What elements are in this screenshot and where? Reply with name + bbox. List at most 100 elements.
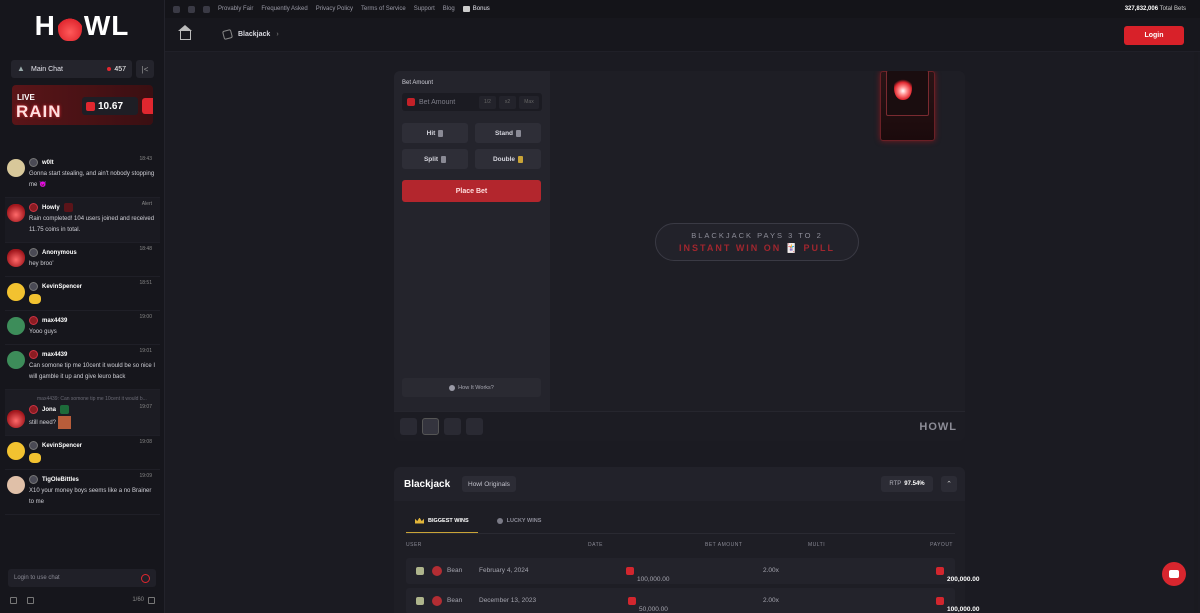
table-row[interactable]: Bean February 4, 2024 100,000.00 2.00x 2… xyxy=(406,558,980,584)
send-icon[interactable] xyxy=(148,596,155,604)
avatar[interactable] xyxy=(7,249,25,267)
tab-biggest-wins[interactable]: BIGGEST WINS xyxy=(406,509,478,533)
x-icon[interactable] xyxy=(173,5,180,13)
stand-button[interactable]: Stand xyxy=(475,123,541,143)
originals-badge[interactable]: Howl Originals xyxy=(462,476,516,492)
chat-username[interactable]: KevinSpencer xyxy=(42,443,82,449)
double-button[interactable]: Double xyxy=(475,149,541,169)
max-bet-button[interactable]: Max xyxy=(519,95,539,109)
stats-icon[interactable] xyxy=(400,418,417,435)
avatar[interactable] xyxy=(7,159,25,177)
chat-time: 19:07 xyxy=(139,404,152,410)
avatar[interactable] xyxy=(7,204,25,222)
link-faq[interactable]: Frequently Asked xyxy=(261,6,307,12)
avatar[interactable] xyxy=(7,476,25,495)
rain-banner[interactable]: LIVE RAIN 10.67 xyxy=(12,85,153,125)
home-icon[interactable] xyxy=(178,25,192,40)
split-button[interactable]: Split xyxy=(402,149,468,169)
howl-flame-icon xyxy=(894,74,912,100)
chat-char-count: 1/60 xyxy=(132,597,144,603)
collapse-chat-button[interactable]: |< xyxy=(136,60,154,78)
rain-join-button[interactable] xyxy=(142,98,153,114)
rank-icon xyxy=(416,597,424,605)
how-it-works-button[interactable]: How It Works? xyxy=(402,378,541,397)
game-title: Blackjack xyxy=(404,479,451,490)
chat-username[interactable]: TigOleBittles xyxy=(42,477,79,483)
blackjack-game: Bet Amount Bet Amount 1/2 x2 Max Hit Sta… xyxy=(394,71,965,441)
chat-time: 18:51 xyxy=(139,280,152,286)
logo-letter-h: H xyxy=(34,10,56,41)
page-scrollbar[interactable] xyxy=(1194,52,1198,613)
provably-fair-icon[interactable] xyxy=(466,418,483,435)
tab-lucky-wins[interactable]: LUCKY WINS xyxy=(488,509,551,533)
chat-time: Alert xyxy=(141,201,152,207)
breadcrumb[interactable]: Blackjack › xyxy=(221,28,279,41)
avatar[interactable] xyxy=(7,442,25,461)
support-chat-button[interactable] xyxy=(1162,562,1186,586)
link-provably-fair[interactable]: Provably Fair xyxy=(218,6,253,12)
coin-icon xyxy=(626,567,634,575)
col-date: DATE xyxy=(588,542,603,548)
telegram-icon[interactable] xyxy=(203,5,210,13)
clover-icon xyxy=(496,518,503,524)
discord-icon[interactable] xyxy=(188,5,195,13)
avatar[interactable] xyxy=(7,351,25,369)
fullscreen-icon[interactable] xyxy=(444,418,461,435)
level-badge-icon xyxy=(29,316,38,325)
chat-time: 18:48 xyxy=(139,246,152,252)
row-bet: 100,000.00 xyxy=(626,567,670,583)
bet-amount-input[interactable]: Bet Amount 1/2 x2 Max xyxy=(402,93,542,111)
avatar[interactable] xyxy=(7,283,25,301)
chat-input[interactable]: Login to use chat xyxy=(8,569,156,587)
chat-username[interactable]: Jona xyxy=(42,407,56,413)
settings-icon[interactable] xyxy=(10,596,17,604)
avatar[interactable] xyxy=(7,317,25,335)
bot-tag-icon xyxy=(63,203,73,212)
chat-text: Can somone tip me 10cent it would be so … xyxy=(29,363,156,380)
chat-username[interactable]: Anonymous xyxy=(42,250,77,256)
rules-icon[interactable] xyxy=(27,596,34,604)
chat-messages[interactable]: w0lt 18:43 Gonna start stealing, and ain… xyxy=(5,153,160,563)
login-button[interactable]: Login xyxy=(1124,26,1184,45)
hit-icon xyxy=(438,129,444,137)
chat-reply-preview[interactable]: max4439: Can somone tip me 10cent it wou… xyxy=(29,394,160,404)
col-payout: PAYOUT xyxy=(930,542,953,548)
top-links-bar: Provably Fair Frequently Asked Privacy P… xyxy=(165,0,1200,18)
bonus-link[interactable]: Bonus xyxy=(462,6,490,12)
payout-line-1: BLACKJACK PAYS 3 TO 2 xyxy=(691,231,823,240)
half-bet-button[interactable]: 1/2 xyxy=(479,95,496,109)
cards-icon xyxy=(221,28,234,41)
gift-icon xyxy=(462,6,470,12)
theatre-mode-icon[interactable] xyxy=(422,418,439,435)
link-blog[interactable]: Blog xyxy=(443,6,455,12)
emoji-picker-icon[interactable] xyxy=(141,573,150,583)
chevron-up-icon[interactable]: ⌃ xyxy=(941,476,957,492)
chat-username[interactable]: Howly xyxy=(42,205,60,211)
logo[interactable]: H WL xyxy=(0,0,164,52)
chat-username[interactable]: max4439 xyxy=(42,318,67,324)
chat-username[interactable]: w0lt xyxy=(42,160,54,166)
chat-room-selector[interactable]: ▲ Main Chat 457 xyxy=(11,60,132,78)
chat-image xyxy=(58,416,72,429)
avatar[interactable] xyxy=(7,410,25,428)
level-badge-icon xyxy=(29,350,38,359)
row-date: February 4, 2024 xyxy=(479,567,529,574)
col-bet: BET AMOUNT xyxy=(705,542,743,548)
link-privacy[interactable]: Privacy Policy xyxy=(316,6,353,12)
link-terms[interactable]: Terms of Service xyxy=(361,6,406,12)
chat-username[interactable]: KevinSpencer xyxy=(42,284,82,290)
coin-icon xyxy=(86,101,95,111)
chat-text: X10 your money boys seems like a no Brai… xyxy=(29,488,152,506)
chat-username[interactable]: max4439 xyxy=(42,352,67,358)
nav-bar: Blackjack › Login xyxy=(165,18,1200,52)
level-badge-icon xyxy=(29,475,38,485)
place-bet-button[interactable]: Place Bet xyxy=(402,180,541,202)
hit-button[interactable]: Hit xyxy=(402,123,468,143)
chat-text: Yooo guys xyxy=(29,329,57,335)
table-row[interactable]: Bean December 13, 2023 50,000.00 2.00x 1… xyxy=(406,588,980,613)
avatar xyxy=(432,596,442,606)
link-support[interactable]: Support xyxy=(414,6,435,12)
tab-divider xyxy=(406,533,955,534)
double-bet-button[interactable]: x2 xyxy=(499,95,516,109)
payout-line-2: INSTANT WIN ON 🃏 PULL xyxy=(678,243,836,253)
